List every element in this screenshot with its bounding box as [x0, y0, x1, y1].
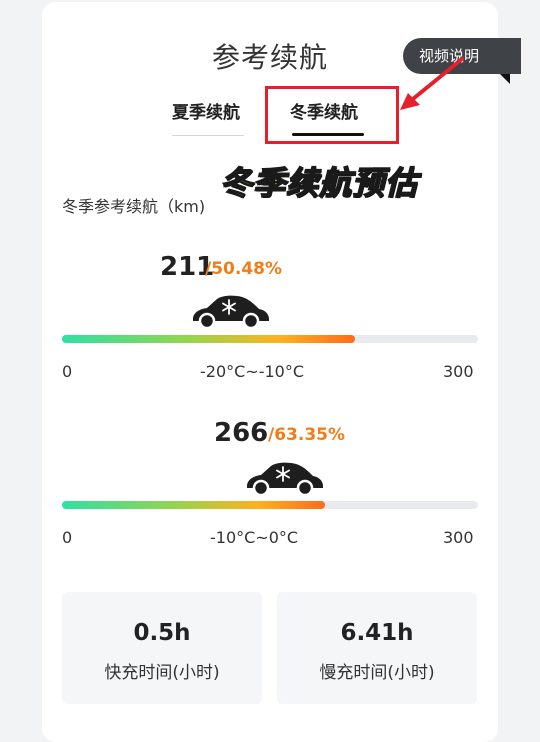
slow-charge-label: 慢充时间(小时): [319, 663, 435, 683]
arrow-annotation-icon: [400, 57, 464, 110]
range-bar-fill-1: [62, 335, 355, 343]
scale-min-2: 0: [62, 528, 73, 547]
range-bar-2: [62, 501, 478, 509]
slow-charge-card: 6.41h 慢充时间(小时): [277, 592, 477, 704]
scale-max-2: 300: [443, 528, 474, 547]
tab-summer-underline: [172, 135, 244, 136]
range-percent-1: /50.48%: [205, 259, 283, 279]
fast-charge-value: 0.5h: [133, 620, 191, 646]
car-snowflake-icon: [193, 295, 269, 329]
range-bar-fill-2: [62, 501, 326, 509]
slow-charge-value: 6.41h: [340, 620, 414, 646]
temp-range-1: -20°C~-10°C: [200, 362, 305, 381]
annotation-highlight-box: [265, 86, 399, 144]
tab-summer-range[interactable]: 夏季续航: [172, 98, 240, 123]
range-percent-2: /63.35%: [268, 425, 346, 445]
fast-charge-label: 快充时间(小时): [104, 663, 220, 683]
car-snowflake-icon: [247, 462, 323, 496]
overlay-caption: 冬季续航预估: [219, 163, 419, 203]
range-bar-1: [62, 335, 478, 343]
temp-range-2: -10°C~0°C: [210, 528, 299, 547]
section-label: 冬季参考续航（km): [62, 197, 206, 216]
scale-max-1: 300: [443, 362, 474, 381]
fast-charge-card: 0.5h 快充时间(小时): [62, 592, 262, 704]
range-value-2: 266: [214, 418, 269, 448]
help-badge-tail: [500, 74, 510, 84]
scale-min-1: 0: [62, 362, 73, 381]
